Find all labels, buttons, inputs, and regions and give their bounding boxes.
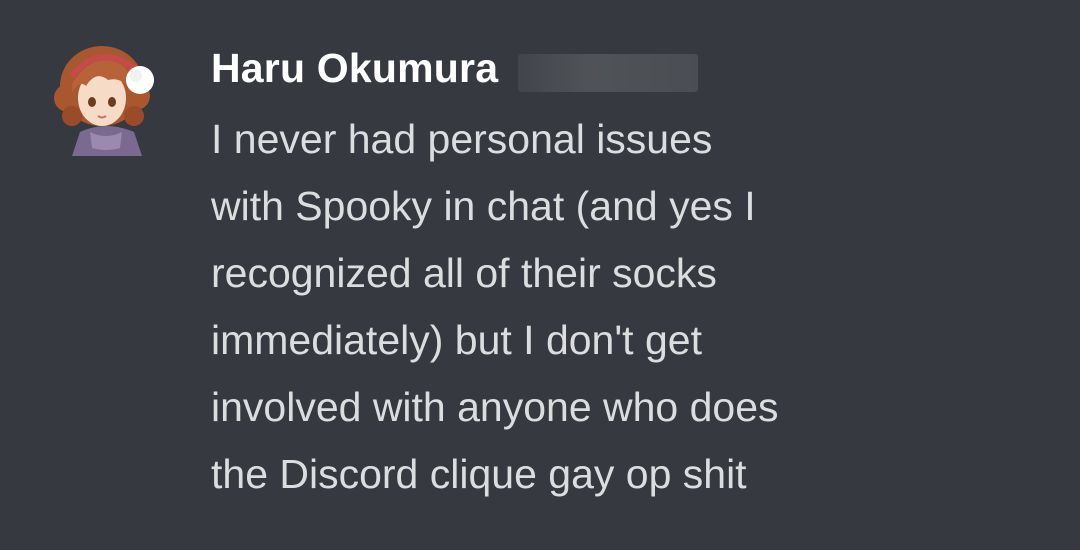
message-line: the Discord clique gay op shit bbox=[211, 451, 747, 497]
message-line: involved with anyone who does bbox=[211, 384, 779, 430]
user-avatar-icon[interactable] bbox=[50, 36, 162, 156]
message-line: I never had personal issues bbox=[211, 116, 713, 162]
message-content: Haru Okumura I never had personal issues… bbox=[211, 42, 1051, 508]
message-line: recognized all of their socks bbox=[211, 250, 717, 296]
message-line: immediately) but I don't get bbox=[211, 317, 702, 363]
redacted-timestamp bbox=[518, 54, 699, 92]
message-body: I never had personal issues with Spooky … bbox=[211, 106, 1051, 508]
chat-message: Haru Okumura I never had personal issues… bbox=[0, 0, 1080, 550]
message-header: Haru Okumura bbox=[211, 42, 1051, 94]
message-line: with Spooky in chat (and yes I bbox=[211, 183, 756, 229]
username[interactable]: Haru Okumura bbox=[211, 45, 498, 92]
